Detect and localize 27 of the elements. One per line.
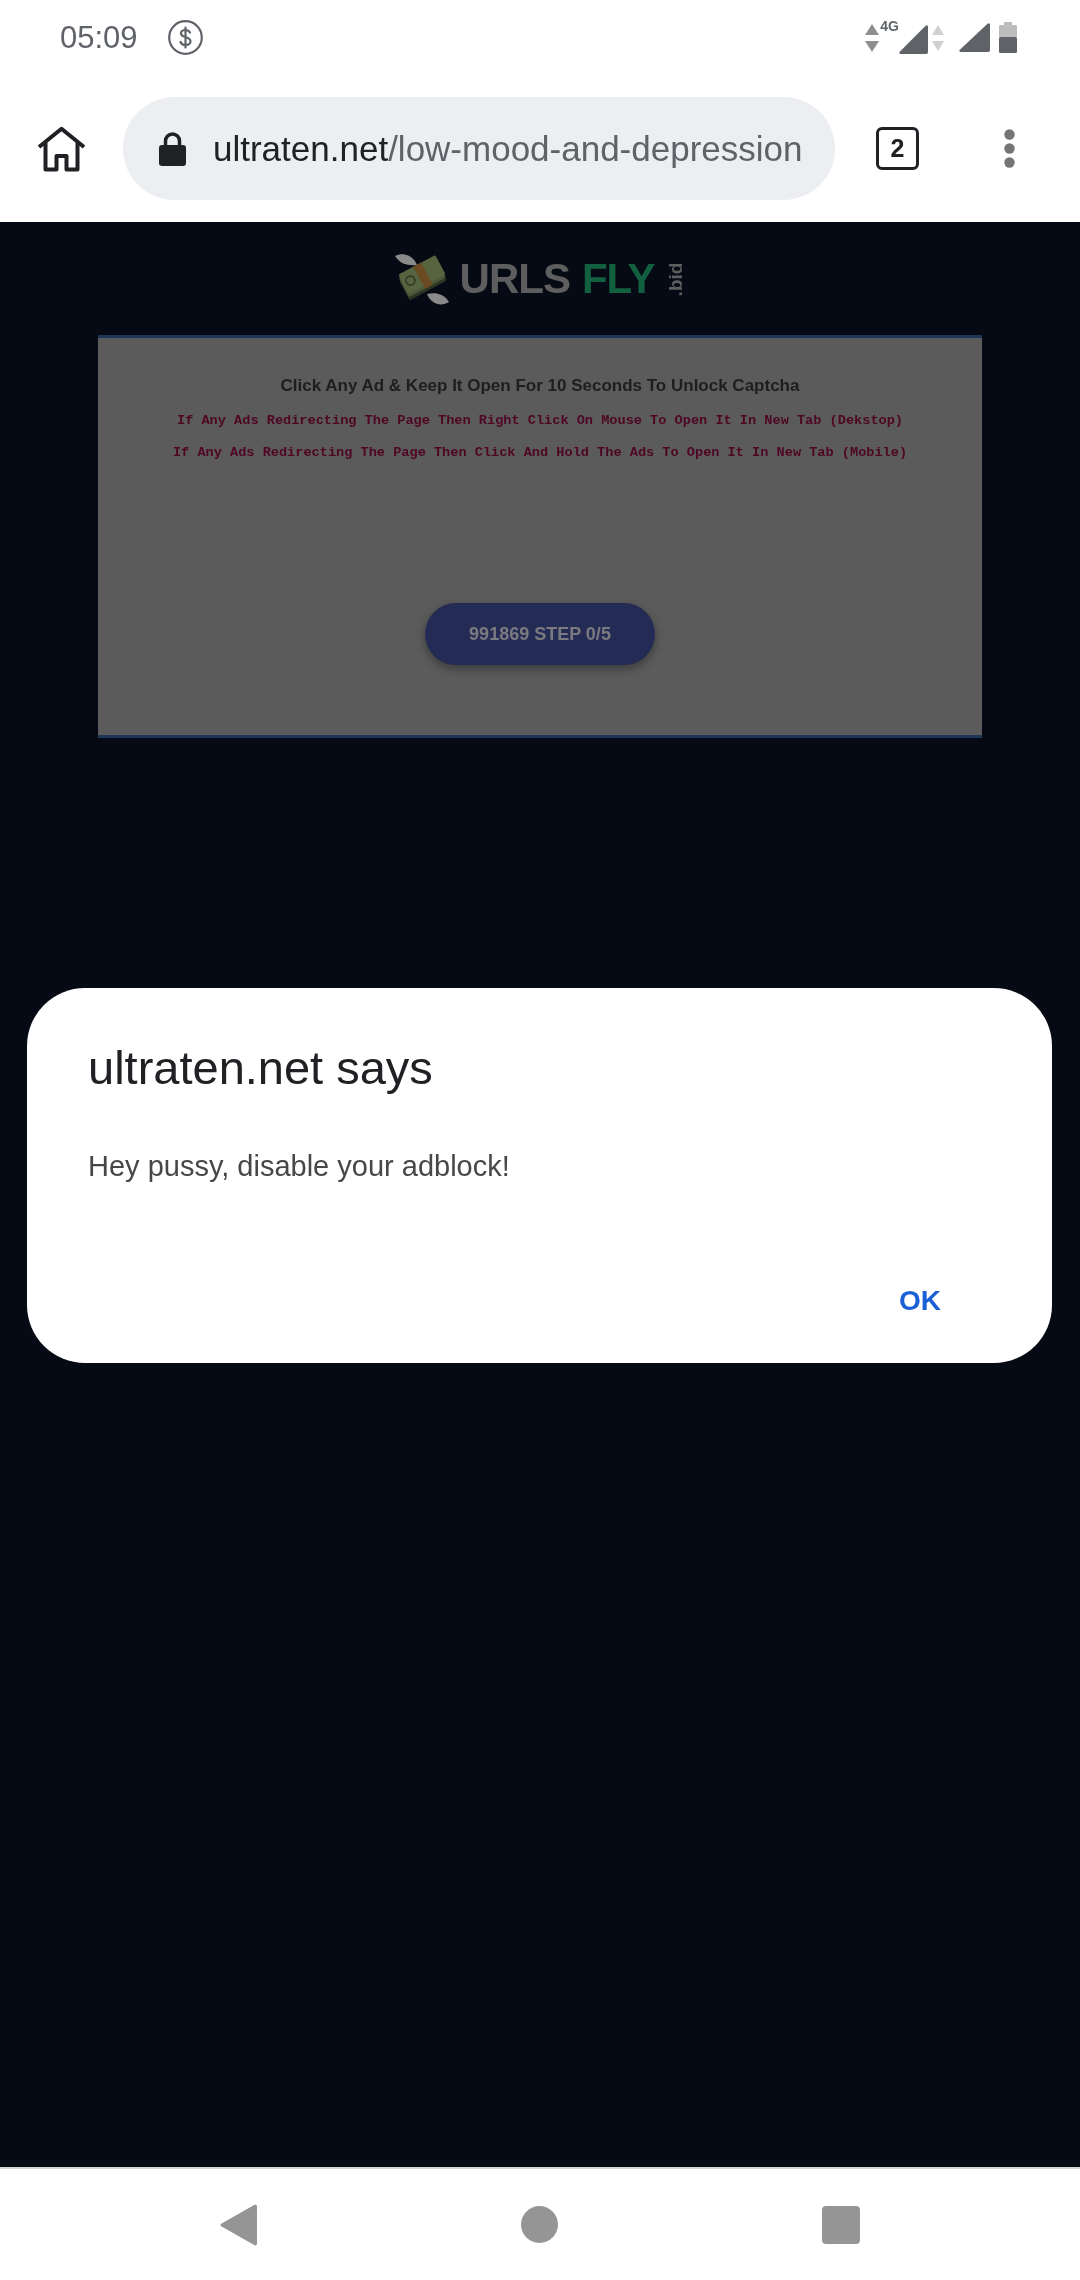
signal-icon	[959, 23, 990, 52]
lock-icon	[158, 131, 187, 166]
clock-time: 05:09	[60, 22, 138, 53]
logo-text: URLS	[459, 258, 570, 300]
battery-icon	[999, 22, 1017, 53]
home-button-icon[interactable]	[521, 2206, 558, 2243]
instruction-note: If Any Ads Redirecting The Page Then Click And Hold The Ads To Open It In New Tab (Mobile)	[172, 444, 908, 462]
dialog-title: ultraten.net says	[88, 1040, 433, 1096]
home-icon[interactable]	[36, 125, 87, 172]
winged-banknote-icon	[393, 252, 450, 306]
instruction-note: If Any Ads Redirecting The Page Then Right Click On Mouse To Open It In New Tab (Dekstop)	[177, 412, 903, 430]
logo-highlight-text: FLY	[581, 258, 655, 300]
ok-button[interactable]: OK	[883, 1271, 957, 1331]
data-arrows-icon	[932, 24, 944, 51]
signal-icon	[899, 24, 928, 54]
network-type-label: 4G	[880, 18, 899, 33]
dollar-circle-icon	[167, 20, 203, 55]
data-arrows-icon	[865, 23, 880, 52]
address-bar[interactable]: ultraten.net/low-mood-and-depression	[123, 97, 835, 200]
tab-switcher-button[interactable]: 2	[876, 127, 919, 170]
card-title: Click Any Ad & Keep It Open For 10 Seconds To Unlock Captcha	[280, 375, 800, 397]
back-icon[interactable]	[220, 2203, 257, 2246]
logo-domain-suffix: .bid	[665, 262, 685, 296]
url-text: ultraten.net/low-mood-and-depression	[213, 131, 803, 166]
dialog-message: Hey pussy, disable your adblock!	[88, 1149, 510, 1183]
recent-apps-icon[interactable]	[822, 2205, 860, 2244]
more-menu-icon[interactable]	[1004, 129, 1015, 168]
